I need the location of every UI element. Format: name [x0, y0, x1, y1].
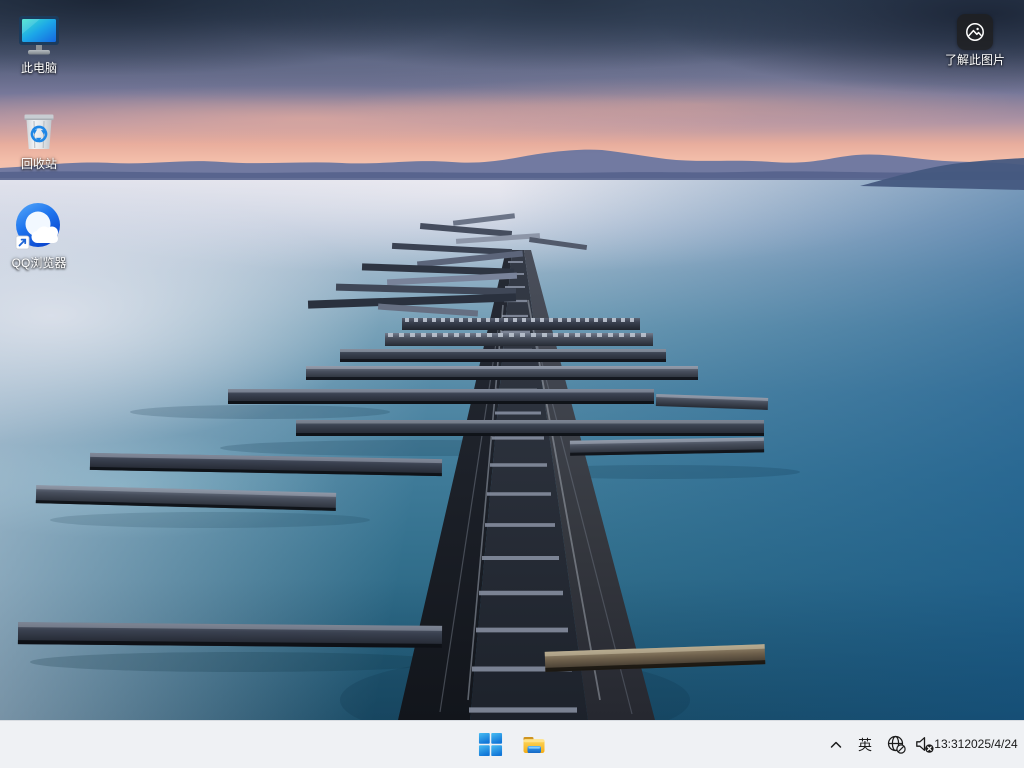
file-explorer-button[interactable]: [514, 725, 554, 765]
taskbar: 英 13:31 2025/4/24: [0, 720, 1024, 768]
ime-indicator[interactable]: 英: [850, 725, 880, 765]
desktop-icon-this-pc[interactable]: 此电脑: [1, 8, 77, 75]
qq-browser-icon: [13, 199, 65, 253]
taskbar-clock[interactable]: 13:31 2025/4/24: [940, 725, 1018, 765]
desktop-icon-qq-browser[interactable]: QQ浏览器: [1, 199, 77, 270]
icon-label-recycle-bin: 回收站: [21, 157, 57, 171]
tray-hidden-icons-button[interactable]: [822, 725, 850, 765]
wallpaper-pier-art: [0, 0, 1024, 720]
start-button[interactable]: [470, 725, 510, 765]
windows-start-icon: [478, 732, 503, 757]
picture-circle-icon: [957, 14, 993, 50]
desktop-icon-recycle-bin[interactable]: 回收站: [1, 104, 77, 171]
chevron-up-icon: [828, 737, 844, 753]
icon-label-qq-browser: QQ浏览器: [12, 256, 67, 270]
desktop-icon-learn-about-picture[interactable]: 了解此图片: [925, 10, 1024, 67]
clock-time: 13:31: [934, 737, 964, 752]
recycle-bin-icon: [17, 104, 61, 154]
this-pc-icon: [16, 8, 62, 58]
globe-no-internet-icon: [886, 734, 907, 755]
speaker-muted-icon: [914, 734, 935, 755]
desktop-surface[interactable]: 此电脑: [0, 0, 1024, 768]
clock-date: 2025/4/24: [964, 737, 1017, 752]
file-explorer-icon: [521, 732, 547, 758]
icon-label-learn-about-picture: 了解此图片: [945, 53, 1005, 67]
network-volume-button[interactable]: [880, 725, 940, 765]
icon-label-this-pc: 此电脑: [21, 61, 57, 75]
